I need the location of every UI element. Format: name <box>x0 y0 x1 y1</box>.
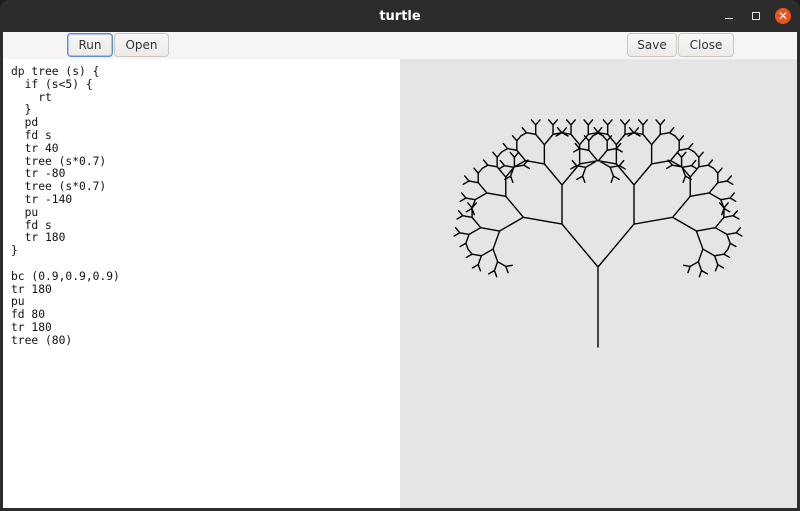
close-window-button[interactable]: ✕ <box>775 8 791 24</box>
maximize-icon[interactable] <box>748 8 764 24</box>
close-icon: ✕ <box>777 9 789 23</box>
run-button[interactable]: Run <box>67 33 113 57</box>
code-editor[interactable]: dp tree (s) { if (s<5) { rt } pd fd s tr… <box>3 59 400 508</box>
close-button[interactable]: Close <box>678 33 734 57</box>
save-button[interactable]: Save <box>627 33 677 57</box>
turtle-canvas <box>400 59 797 508</box>
window-title: turtle <box>379 9 421 24</box>
tree-branches <box>453 119 743 348</box>
app-window: turtle ✕ Run Open Save Close dp tree (s)… <box>0 0 800 511</box>
toolbar: Run Open Save Close <box>3 32 797 59</box>
code-text[interactable]: dp tree (s) { if (s<5) { rt } pd fd s tr… <box>11 65 400 348</box>
tree-drawing <box>453 119 743 348</box>
minimize-icon[interactable] <box>721 8 737 24</box>
title-bar[interactable]: turtle ✕ <box>0 0 800 32</box>
open-button[interactable]: Open <box>114 33 169 57</box>
